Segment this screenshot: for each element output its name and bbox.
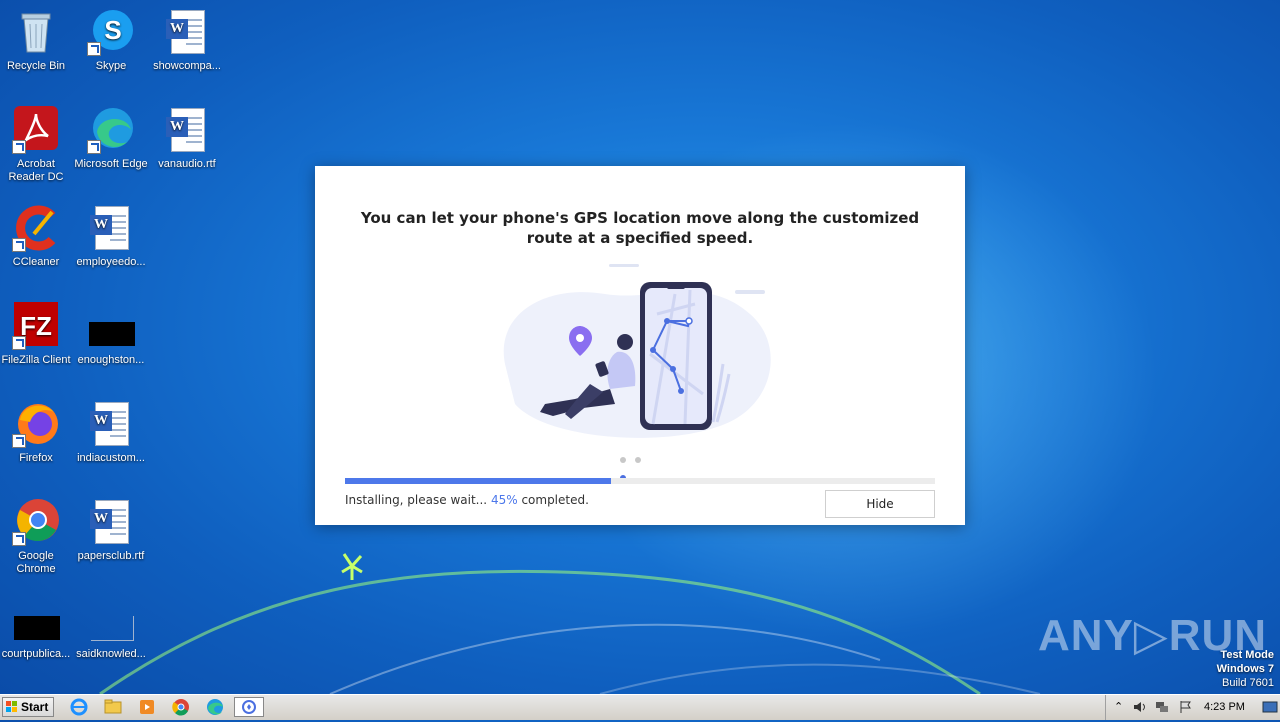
test-mode-text: Test Mode xyxy=(1220,649,1274,661)
show-desktop-icon[interactable] xyxy=(1262,700,1278,714)
desktop-icon-chrome[interactable]: Google Chrome xyxy=(0,498,74,576)
status-prefix: Installing, please wait... xyxy=(345,493,488,507)
action-center-flag-icon[interactable] xyxy=(1178,700,1194,714)
word-document-icon: W xyxy=(87,498,135,546)
desktop-icon-recycle-bin[interactable]: Recycle Bin xyxy=(0,8,74,73)
clock[interactable]: 4:23 PM xyxy=(1204,701,1245,713)
media-player-icon xyxy=(140,700,154,714)
slide-dot-1[interactable] xyxy=(620,457,626,463)
build-text: Build 7601 xyxy=(1222,677,1274,689)
desktop-icon-papersclub[interactable]: W papersclub.rtf xyxy=(73,498,149,563)
start-label: Start xyxy=(21,700,49,714)
word-document-icon: W xyxy=(163,106,211,154)
desktop-icon-acrobat[interactable]: Acrobat Reader DC xyxy=(0,106,74,184)
install-progress-bar xyxy=(345,478,935,484)
svg-text:S: S xyxy=(104,15,121,45)
black-thumbnail-icon xyxy=(87,302,135,350)
system-tray: ⌃ 4:23 PM xyxy=(1105,695,1280,720)
installer-icon xyxy=(242,700,256,714)
install-status: Installing, please wait... 45% completed… xyxy=(345,493,589,507)
desktop-icon-showcompa[interactable]: W showcompa... xyxy=(149,8,225,73)
word-document-icon: W xyxy=(87,400,135,448)
taskbar-chrome[interactable] xyxy=(168,697,194,717)
word-document-icon: W xyxy=(163,8,211,56)
taskbar-installer[interactable] xyxy=(234,697,264,717)
taskbar-edge[interactable] xyxy=(202,697,228,717)
ie-icon xyxy=(70,698,88,716)
installer-dialog: You can let your phone's GPS location mo… xyxy=(315,166,965,525)
edge-icon xyxy=(87,106,135,154)
test-mode-label: Test Mode Windows 7 Build 7601 xyxy=(1217,648,1274,690)
blank-thumbnail-icon xyxy=(87,596,135,644)
chrome-icon xyxy=(172,699,189,716)
slide-dot-2[interactable] xyxy=(635,457,641,463)
desktop-icon-vanaudio[interactable]: W vanaudio.rtf xyxy=(149,106,225,171)
desktop-icon-filezilla[interactable]: FZ FileZilla Client xyxy=(0,302,74,367)
desktop-icon-indiacustom[interactable]: W indiacustom... xyxy=(73,400,149,465)
chrome-icon xyxy=(12,498,60,546)
ccleaner-icon xyxy=(12,204,60,252)
os-name-text: Windows 7 xyxy=(1216,663,1274,675)
word-document-icon: W xyxy=(87,204,135,252)
wallpaper-sprout xyxy=(341,553,363,580)
explorer-icon xyxy=(104,699,122,714)
skype-icon: S xyxy=(87,8,135,56)
install-progress-fill xyxy=(345,478,611,484)
taskbar-media-player[interactable] xyxy=(134,697,160,717)
recycle-bin-icon xyxy=(12,8,60,56)
desktop-icon-ccleaner[interactable]: CCleaner xyxy=(0,204,74,269)
volume-icon[interactable] xyxy=(1132,700,1148,714)
black-thumbnail-icon xyxy=(12,596,60,644)
hide-button[interactable]: Hide xyxy=(825,490,935,518)
status-suffix: completed. xyxy=(521,493,589,507)
desktop-icon-firefox[interactable]: Firefox xyxy=(0,400,74,465)
network-icon[interactable] xyxy=(1154,700,1170,714)
filezilla-icon: FZ xyxy=(12,302,60,350)
desktop-icon-skype[interactable]: S Skype xyxy=(73,8,149,73)
status-percent: 45% xyxy=(490,493,518,507)
desktop-icon-courtpublica[interactable]: courtpublica... xyxy=(0,596,74,661)
firefox-icon xyxy=(12,400,60,448)
taskbar-ie[interactable] xyxy=(66,697,92,717)
taskbar-explorer[interactable] xyxy=(100,697,126,717)
start-button[interactable]: Start xyxy=(2,697,54,717)
desktop-icon-employeedo[interactable]: W employeedo... xyxy=(73,204,149,269)
dialog-headline: You can let your phone's GPS location mo… xyxy=(360,209,920,247)
desktop-icon-edge[interactable]: Microsoft Edge xyxy=(73,106,149,171)
windows-flag-icon xyxy=(6,701,17,712)
tray-expand-icon[interactable]: ⌃ xyxy=(1114,700,1123,713)
taskbar: Start ⌃ 4:23 PM xyxy=(0,694,1280,720)
desktop-icon-saidknowled[interactable]: saidknowled... xyxy=(73,596,149,661)
gps-route-illustration xyxy=(503,264,771,438)
edge-icon xyxy=(207,699,223,715)
desktop-icon-enoughston[interactable]: enoughston... xyxy=(73,302,149,367)
acrobat-icon xyxy=(12,106,60,154)
slide-indicator[interactable] xyxy=(620,450,660,481)
